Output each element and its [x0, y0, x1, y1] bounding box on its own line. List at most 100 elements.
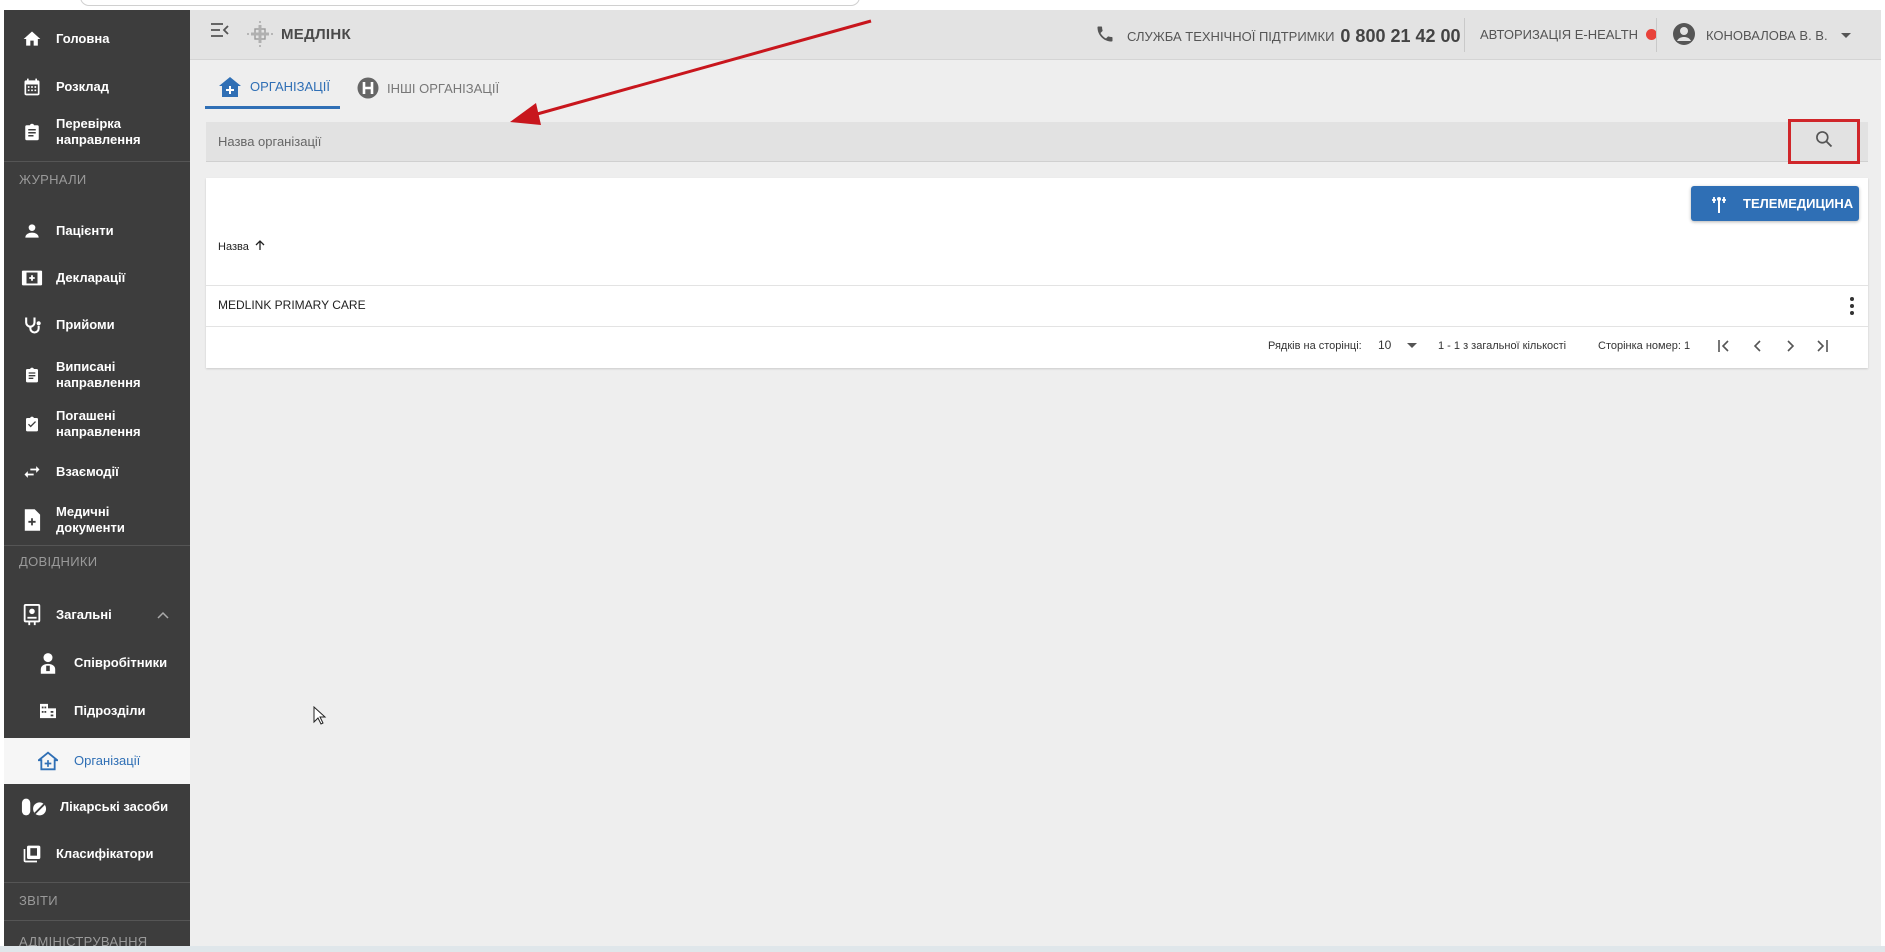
sidebar-item-general[interactable]: Загальні	[4, 600, 190, 630]
sidebar-item-label: Перевірка направлення	[56, 116, 141, 147]
user-menu[interactable]: КОНОВАЛОВА В. В.	[1672, 22, 1852, 49]
rows-per-page-select[interactable]: 10	[1378, 338, 1418, 352]
support-label: СЛУЖБА ТЕХНІЧНОЇ ПІДТРИМКИ	[1127, 29, 1335, 44]
hospital-icon	[38, 750, 58, 772]
sidebar-item-employees[interactable]: Співробітники	[4, 648, 190, 678]
sidebar-item-issued-referrals[interactable]: Виписані направлення	[4, 356, 190, 394]
first-page-icon[interactable]	[1716, 338, 1732, 357]
search-icon	[1814, 129, 1834, 154]
page-number-text: Сторінка номер: 1	[1598, 340, 1691, 352]
sidebar-item-label: Взаємодії	[56, 464, 119, 479]
rows-per-page-value: 10	[1378, 338, 1392, 352]
range-text: 1 - 1 з загальної кількості	[1438, 340, 1567, 352]
clipboard-icon	[21, 121, 43, 143]
sidebar: Головна Розклад Перевірка направлення ЖУ…	[4, 10, 190, 948]
menu-collapse-icon[interactable]	[210, 22, 230, 43]
sidebar-divider	[4, 545, 190, 546]
tab-other-organizations[interactable]: ІНШІ ОРГАНІЗАЦІЇ	[355, 67, 515, 109]
tab-label: ОРГАНІЗАЦІЇ	[250, 79, 330, 94]
account-circle-icon	[1672, 22, 1696, 49]
antenna-icon	[1711, 195, 1727, 213]
ehealth-auth-button[interactable]: АВТОРИЗАЦІЯ E-HEALTH	[1480, 27, 1658, 42]
sidebar-item-label: Декларації	[56, 270, 126, 285]
search-button[interactable]	[1788, 119, 1860, 164]
organization-name-cell: MEDLINK PRIMARY CARE	[218, 298, 366, 312]
sidebar-divider	[4, 920, 190, 921]
user-name: КОНОВАЛОВА В. В.	[1706, 28, 1828, 43]
sidebar-item-label: Класифікатори	[56, 846, 154, 861]
top-header: МЕДЛІНК СЛУЖБА ТЕХНІЧНОЇ ПІДТРИМКИ 0 800…	[190, 10, 1881, 60]
tab-organizations[interactable]: ОРГАНІЗАЦІЇ	[205, 67, 340, 109]
hospital-letter-icon	[357, 77, 379, 99]
sidebar-item-referral-check[interactable]: Перевірка направлення	[4, 113, 190, 151]
sidebar-item-patients[interactable]: Пацієнти	[4, 216, 190, 246]
sidebar-item-label: Підрозділи	[74, 703, 146, 718]
sidebar-item-label: Погашені направлення	[56, 408, 141, 439]
support-contact: СЛУЖБА ТЕХНІЧНОЇ ПІДТРИМКИ 0 800 21 42 0…	[1095, 24, 1461, 49]
clipboard-icon	[21, 364, 43, 386]
more-vert-icon[interactable]	[1849, 296, 1855, 321]
building-icon	[38, 700, 58, 722]
section-label-reports: ЗВІТИ	[19, 893, 58, 908]
search-bar	[206, 119, 1868, 164]
sort-ascending-icon	[255, 240, 265, 254]
sidebar-item-label: Розклад	[56, 79, 109, 94]
browser-address-bar[interactable]	[80, 0, 860, 6]
telemedicine-button[interactable]: ТЕЛЕМЕДИЦИНА	[1691, 186, 1859, 221]
sidebar-item-label: Загальні	[56, 607, 112, 622]
app-window: Головна Розклад Перевірка направлення ЖУ…	[4, 10, 1881, 948]
declaration-icon	[21, 267, 43, 289]
sidebar-item-label: Головна	[56, 31, 110, 46]
table-row[interactable]: MEDLINK PRIMARY CARE	[206, 286, 1868, 326]
medical-document-icon	[21, 509, 43, 531]
badge-icon	[21, 604, 43, 626]
tab-label: ІНШІ ОРГАНІЗАЦІЇ	[387, 80, 500, 96]
organizations-table: ТЕЛЕМЕДИЦИНА Назва MEDLINK PRIMARY CARE …	[206, 178, 1868, 368]
sidebar-divider	[4, 161, 190, 162]
header-divider	[1656, 18, 1657, 52]
next-page-icon[interactable]	[1782, 338, 1798, 357]
sidebar-item-label: Організації	[74, 753, 141, 768]
last-page-icon[interactable]	[1814, 338, 1830, 357]
sidebar-item-declarations[interactable]: Декларації	[4, 263, 190, 293]
sidebar-divider	[4, 882, 190, 883]
mouse-cursor-icon	[313, 705, 327, 731]
sidebar-item-medicines[interactable]: Лікарські засоби	[4, 792, 190, 822]
stethoscope-icon	[21, 314, 43, 336]
sidebar-item-label: Лікарські засоби	[60, 799, 169, 814]
chevron-up-icon[interactable]	[156, 608, 170, 623]
doctor-icon	[38, 652, 58, 674]
pills-icon	[21, 796, 47, 818]
previous-page-icon[interactable]	[1750, 338, 1766, 357]
sidebar-item-label: Пацієнти	[56, 223, 114, 238]
column-header-label: Назва	[218, 241, 249, 253]
section-label-journals: ЖУРНАЛИ	[19, 172, 87, 187]
sidebar-item-redeemed-referrals[interactable]: Погашені направлення	[4, 405, 190, 443]
ehealth-label: АВТОРИЗАЦІЯ E-HEALTH	[1480, 27, 1639, 42]
sidebar-item-label: Співробітники	[74, 655, 168, 670]
sidebar-item-appointments[interactable]: Прийоми	[4, 310, 190, 340]
sidebar-item-departments[interactable]: Підрозділи	[4, 696, 190, 726]
brand-name: МЕДЛІНК	[281, 25, 351, 43]
sidebar-item-label: Прийоми	[56, 317, 115, 332]
header-divider	[1464, 18, 1465, 52]
sidebar-item-medical-documents[interactable]: Медичні документи	[4, 501, 190, 539]
sidebar-item-home[interactable]: Головна	[4, 24, 190, 54]
chevron-down-icon	[1407, 338, 1418, 352]
sidebar-item-schedule[interactable]: Розклад	[4, 72, 190, 102]
sidebar-item-label: Медичні документи	[56, 504, 125, 535]
sidebar-item-interactions[interactable]: Взаємодії	[4, 457, 190, 487]
phone-icon	[1095, 24, 1115, 49]
table-divider	[206, 326, 1868, 327]
sidebar-item-classifiers[interactable]: Класифікатори	[4, 839, 190, 869]
sidebar-item-organizations[interactable]: Організації	[4, 738, 190, 784]
calendar-icon	[21, 76, 43, 98]
clipboard-check-icon	[21, 413, 43, 435]
chevron-down-icon	[1840, 28, 1852, 43]
rows-per-page-label: Рядків на сторінці:	[1268, 340, 1362, 352]
column-header-name[interactable]: Назва	[218, 240, 265, 254]
app-logo[interactable]: МЕДЛІНК	[245, 19, 351, 49]
sidebar-item-label: Виписані направлення	[56, 359, 141, 390]
search-input[interactable]	[206, 122, 1786, 160]
section-label-references: ДОВІДНИКИ	[19, 554, 98, 569]
